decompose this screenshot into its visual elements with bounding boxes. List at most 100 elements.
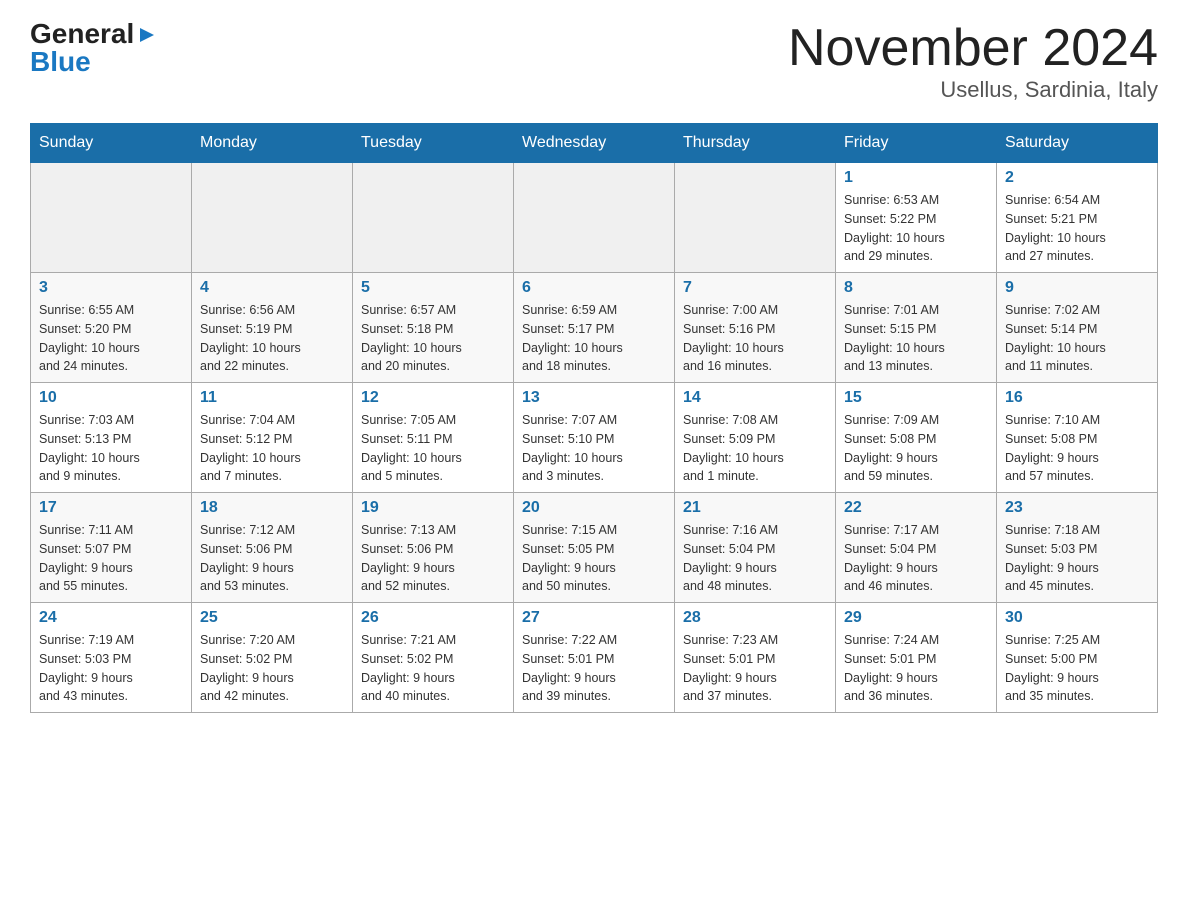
day-number: 4 [200, 279, 344, 297]
calendar-cell: 24 Sunrise: 7:19 AM Sunset: 5:03 PM Dayli… [31, 603, 192, 713]
calendar-cell [675, 163, 836, 273]
day-number: 3 [39, 279, 183, 297]
day-number: 5 [361, 279, 505, 297]
day-info: Sunrise: 7:19 AM Sunset: 5:03 PM Dayligh… [39, 631, 183, 706]
calendar-cell: 8 Sunrise: 7:01 AM Sunset: 5:15 PM Daylig… [836, 273, 997, 383]
day-number: 30 [1005, 609, 1149, 627]
day-number: 11 [200, 389, 344, 407]
day-info: Sunrise: 7:12 AM Sunset: 5:06 PM Dayligh… [200, 521, 344, 596]
day-info: Sunrise: 7:15 AM Sunset: 5:05 PM Dayligh… [522, 521, 666, 596]
day-number: 21 [683, 499, 827, 517]
day-number: 27 [522, 609, 666, 627]
calendar-cell: 10 Sunrise: 7:03 AM Sunset: 5:13 PM Dayli… [31, 383, 192, 493]
calendar-cell: 7 Sunrise: 7:00 AM Sunset: 5:16 PM Daylig… [675, 273, 836, 383]
day-number: 16 [1005, 389, 1149, 407]
day-info: Sunrise: 7:03 AM Sunset: 5:13 PM Dayligh… [39, 411, 183, 486]
calendar-week-row: 1 Sunrise: 6:53 AM Sunset: 5:22 PM Daylig… [31, 163, 1158, 273]
day-number: 8 [844, 279, 988, 297]
calendar-cell: 30 Sunrise: 7:25 AM Sunset: 5:00 PM Dayli… [997, 603, 1158, 713]
day-number: 18 [200, 499, 344, 517]
calendar-week-row: 10 Sunrise: 7:03 AM Sunset: 5:13 PM Dayli… [31, 383, 1158, 493]
calendar-cell: 1 Sunrise: 6:53 AM Sunset: 5:22 PM Daylig… [836, 163, 997, 273]
calendar-week-row: 17 Sunrise: 7:11 AM Sunset: 5:07 PM Dayli… [31, 493, 1158, 603]
day-number: 24 [39, 609, 183, 627]
logo-general-text: General [30, 20, 134, 48]
calendar-cell [514, 163, 675, 273]
title-block: November 2024 Usellus, Sardinia, Italy [788, 20, 1158, 103]
day-info: Sunrise: 7:09 AM Sunset: 5:08 PM Dayligh… [844, 411, 988, 486]
calendar-cell: 14Sunrise: 7:08 AM Sunset: 5:09 PM Dayli… [675, 383, 836, 493]
logo-blue-text: Blue [30, 48, 91, 76]
day-number: 1 [844, 169, 988, 187]
day-info: Sunrise: 7:13 AM Sunset: 5:06 PM Dayligh… [361, 521, 505, 596]
day-number: 23 [1005, 499, 1149, 517]
day-info: Sunrise: 7:11 AM Sunset: 5:07 PM Dayligh… [39, 521, 183, 596]
day-info: Sunrise: 7:01 AM Sunset: 5:15 PM Dayligh… [844, 301, 988, 376]
day-info: Sunrise: 7:16 AM Sunset: 5:04 PM Dayligh… [683, 521, 827, 596]
day-number: 15 [844, 389, 988, 407]
calendar-cell: 4Sunrise: 6:56 AM Sunset: 5:19 PM Daylig… [192, 273, 353, 383]
calendar-cell [31, 163, 192, 273]
day-info: Sunrise: 6:55 AM Sunset: 5:20 PM Dayligh… [39, 301, 183, 376]
day-info: Sunrise: 7:04 AM Sunset: 5:12 PM Dayligh… [200, 411, 344, 486]
logo-arrow-icon [136, 24, 158, 46]
calendar-header-row: SundayMondayTuesdayWednesdayThursdayFrid… [31, 124, 1158, 163]
calendar-cell [353, 163, 514, 273]
day-info: Sunrise: 7:08 AM Sunset: 5:09 PM Dayligh… [683, 411, 827, 486]
day-number: 13 [522, 389, 666, 407]
column-header-wednesday: Wednesday [514, 124, 675, 163]
day-info: Sunrise: 7:05 AM Sunset: 5:11 PM Dayligh… [361, 411, 505, 486]
day-number: 7 [683, 279, 827, 297]
day-info: Sunrise: 7:17 AM Sunset: 5:04 PM Dayligh… [844, 521, 988, 596]
calendar-cell [192, 163, 353, 273]
day-info: Sunrise: 7:25 AM Sunset: 5:00 PM Dayligh… [1005, 631, 1149, 706]
day-info: Sunrise: 6:57 AM Sunset: 5:18 PM Dayligh… [361, 301, 505, 376]
day-number: 29 [844, 609, 988, 627]
day-number: 6 [522, 279, 666, 297]
calendar-cell: 3 Sunrise: 6:55 AM Sunset: 5:20 PM Daylig… [31, 273, 192, 383]
day-number: 25 [200, 609, 344, 627]
day-info: Sunrise: 7:18 AM Sunset: 5:03 PM Dayligh… [1005, 521, 1149, 596]
calendar-title: November 2024 [788, 20, 1158, 77]
calendar-table: SundayMondayTuesdayWednesdayThursdayFrid… [30, 123, 1158, 713]
column-header-saturday: Saturday [997, 124, 1158, 163]
day-number: 22 [844, 499, 988, 517]
day-number: 28 [683, 609, 827, 627]
calendar-cell: 29 Sunrise: 7:24 AM Sunset: 5:01 PM Dayli… [836, 603, 997, 713]
day-info: Sunrise: 7:07 AM Sunset: 5:10 PM Dayligh… [522, 411, 666, 486]
logo: General Blue [30, 20, 158, 76]
day-number: 10 [39, 389, 183, 407]
calendar-cell: 12 Sunrise: 7:05 AM Sunset: 5:11 PM Dayli… [353, 383, 514, 493]
day-info: Sunrise: 7:20 AM Sunset: 5:02 PM Dayligh… [200, 631, 344, 706]
calendar-cell: 13 Sunrise: 7:07 AM Sunset: 5:10 PM Dayli… [514, 383, 675, 493]
calendar-cell: 11 Sunrise: 7:04 AM Sunset: 5:12 PM Dayli… [192, 383, 353, 493]
day-number: 9 [1005, 279, 1149, 297]
column-header-sunday: Sunday [31, 124, 192, 163]
calendar-cell: 22 Sunrise: 7:17 AM Sunset: 5:04 PM Dayli… [836, 493, 997, 603]
day-number: 12 [361, 389, 505, 407]
day-info: Sunrise: 6:53 AM Sunset: 5:22 PM Dayligh… [844, 191, 988, 266]
day-number: 17 [39, 499, 183, 517]
day-info: Sunrise: 7:02 AM Sunset: 5:14 PM Dayligh… [1005, 301, 1149, 376]
column-header-friday: Friday [836, 124, 997, 163]
calendar-cell: 15 Sunrise: 7:09 AM Sunset: 5:08 PM Dayli… [836, 383, 997, 493]
calendar-cell: 25 Sunrise: 7:20 AM Sunset: 5:02 PM Dayli… [192, 603, 353, 713]
day-info: Sunrise: 7:21 AM Sunset: 5:02 PM Dayligh… [361, 631, 505, 706]
calendar-cell: 21 Sunrise: 7:16 AM Sunset: 5:04 PM Dayli… [675, 493, 836, 603]
day-number: 19 [361, 499, 505, 517]
day-info: Sunrise: 6:59 AM Sunset: 5:17 PM Dayligh… [522, 301, 666, 376]
day-info: Sunrise: 7:10 AM Sunset: 5:08 PM Dayligh… [1005, 411, 1149, 486]
calendar-subtitle: Usellus, Sardinia, Italy [788, 77, 1158, 103]
column-header-thursday: Thursday [675, 124, 836, 163]
day-info: Sunrise: 7:23 AM Sunset: 5:01 PM Dayligh… [683, 631, 827, 706]
column-header-tuesday: Tuesday [353, 124, 514, 163]
page-header: General Blue November 2024 Usellus, Sard… [30, 20, 1158, 103]
day-number: 20 [522, 499, 666, 517]
day-info: Sunrise: 6:54 AM Sunset: 5:21 PM Dayligh… [1005, 191, 1149, 266]
day-info: Sunrise: 7:00 AM Sunset: 5:16 PM Dayligh… [683, 301, 827, 376]
column-header-monday: Monday [192, 124, 353, 163]
day-info: Sunrise: 7:24 AM Sunset: 5:01 PM Dayligh… [844, 631, 988, 706]
calendar-cell: 19 Sunrise: 7:13 AM Sunset: 5:06 PM Dayli… [353, 493, 514, 603]
calendar-week-row: 3 Sunrise: 6:55 AM Sunset: 5:20 PM Daylig… [31, 273, 1158, 383]
day-info: Sunrise: 7:22 AM Sunset: 5:01 PM Dayligh… [522, 631, 666, 706]
